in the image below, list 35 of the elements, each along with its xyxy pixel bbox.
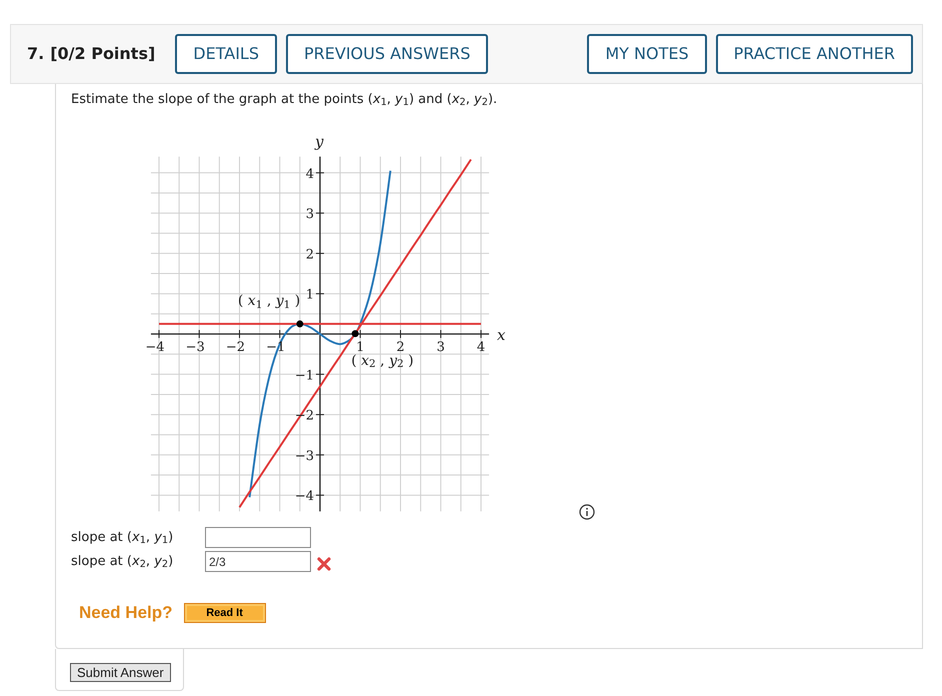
x-tick-label: 2	[396, 340, 405, 355]
x-tick-label: −2	[226, 340, 246, 355]
header-button[interactable]: PREVIOUS ANSWERS	[286, 34, 488, 74]
need-help-label: Need Help?	[79, 602, 173, 624]
x-tick-label: 1	[356, 340, 364, 355]
x-axis-label: x	[497, 326, 506, 344]
y-tick-label: −3	[294, 448, 314, 464]
x-tick-label: 3	[436, 340, 445, 355]
y-tick-label: 3	[306, 207, 314, 222]
answer-field[interactable]	[205, 527, 311, 548]
answer-label: slope at (x$_{1}$, y$_{1}$)	[71, 528, 174, 548]
x-tick-label: −4	[145, 340, 165, 355]
question-number: 7.	[27, 43, 44, 65]
y-tick-label: 1	[306, 288, 314, 303]
y-tick-label: −1	[294, 368, 314, 384]
answer-label: slope at (x$_{2}$, y$_{2}$)	[71, 552, 174, 572]
y-axis-label: y	[315, 132, 324, 151]
header-button[interactable]: MY NOTES	[587, 34, 707, 74]
header-button[interactable]: PRACTICE ANOTHER	[716, 34, 913, 74]
y-tick-label: −4	[294, 489, 314, 504]
submit-button[interactable]: Submit Answer	[70, 663, 171, 682]
point-label: ( x$_{2}$ , y$_{2}$ )	[351, 354, 414, 368]
info-icon[interactable]	[579, 504, 595, 520]
header-button[interactable]: DETAILS	[175, 34, 277, 74]
answer-field[interactable]: 2/3	[205, 551, 311, 572]
point-label: ( x$_{1}$ , y$_{1}$ )	[238, 294, 300, 308]
x-tick-label: 4	[476, 340, 486, 355]
read-it-button[interactable]: Read It	[184, 602, 266, 623]
points-label: [0/2 Points]	[50, 43, 156, 65]
question-prompt: Estimate the slope of the graph at the points (x$_{1}$, y$_{1}$) and (x$_{2}$, y$_{2}$).	[71, 91, 498, 110]
y-tick-label: 4	[306, 166, 314, 182]
data-point	[352, 330, 359, 338]
y-tick-label: 2	[306, 247, 314, 262]
x-tick-label: −3	[186, 340, 205, 355]
data-point	[296, 320, 304, 328]
